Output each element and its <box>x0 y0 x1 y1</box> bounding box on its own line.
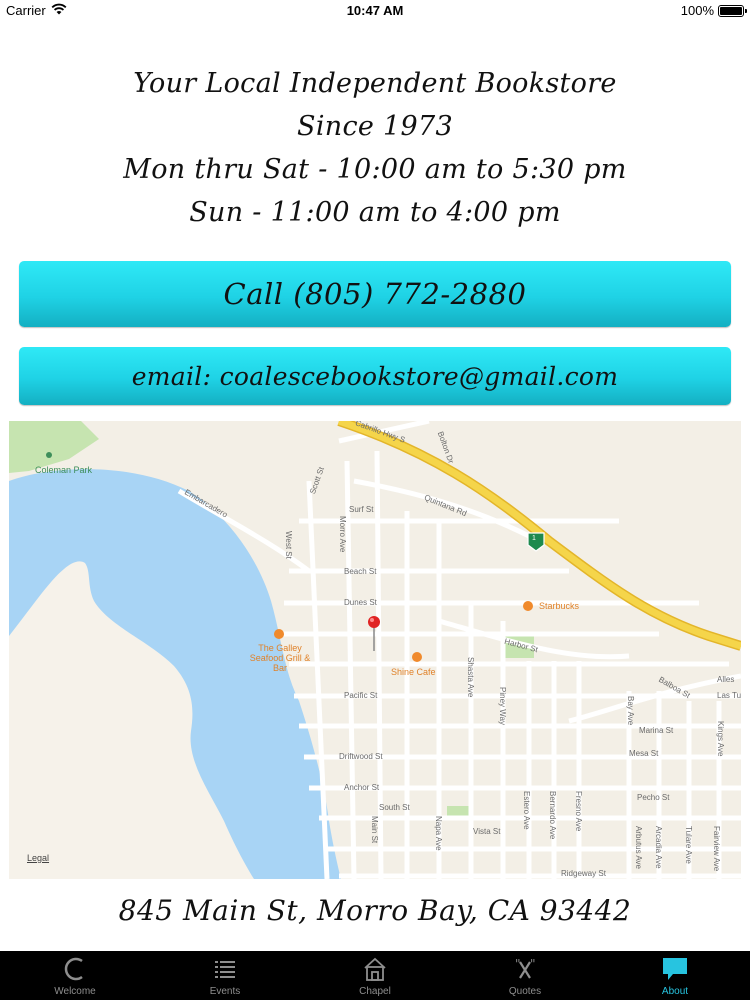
street-label: Marina St <box>639 726 674 735</box>
tab-quotes[interactable]: " " Quotes <box>450 951 600 1000</box>
tab-bar: Welcome Events Chapel " " Quotes About <box>0 951 750 1000</box>
street-label: Ridgeway St <box>561 869 606 878</box>
tab-label: Quotes <box>508 986 542 997</box>
tagline: Your Local Independent Bookstore <box>133 68 617 99</box>
sunday-hours: Sun - 11:00 am to 4:00 pm <box>189 197 561 228</box>
street-label: Surf St <box>349 505 374 514</box>
street-label: Anchor St <box>344 783 380 792</box>
street-label: Alles <box>717 675 735 684</box>
tab-events[interactable]: Events <box>150 951 300 1000</box>
street-label: Main St <box>370 816 379 844</box>
location-pin-icon[interactable] <box>367 615 381 655</box>
chapel-icon <box>360 956 390 982</box>
park-label: Coleman Park <box>35 465 93 475</box>
email-button[interactable]: email: coalescebookstore@gmail.com <box>19 347 731 405</box>
store-info: Your Local Independent Bookstore Since 1… <box>0 62 750 234</box>
street-label: Piney Way <box>498 687 507 725</box>
street-label: Las Tu <box>717 691 741 700</box>
tab-label: Welcome <box>54 986 96 997</box>
c-logo-icon <box>60 956 90 982</box>
street-label: Fresno Ave <box>574 791 583 832</box>
starbucks-label[interactable]: Starbucks <box>539 601 579 611</box>
street-label: Morro Ave <box>338 516 347 553</box>
street-label: Shasta Ave <box>466 657 475 698</box>
list-icon <box>210 956 240 982</box>
street-label: Estero Ave <box>522 791 531 830</box>
shine-cafe-label[interactable]: Shine Cafe <box>391 667 436 677</box>
street-label: Dunes St <box>344 598 377 607</box>
street-label: Driftwood St <box>339 752 383 761</box>
galley-restaurant-label[interactable]: The Galley Seafood Grill & Bar <box>249 643 311 673</box>
battery-percent: 100% <box>680 3 714 18</box>
street-label: Pecho St <box>637 793 670 802</box>
street-label: Arbutus Ave <box>634 826 643 869</box>
street-label: Napa Ave <box>434 816 443 851</box>
street-label: Vista St <box>473 827 501 836</box>
street-label: Kings Ave <box>716 721 725 757</box>
tab-label: Events <box>209 986 241 997</box>
tab-label: About <box>661 986 689 997</box>
store-address: 845 Main St, Morro Bay, CA 93442 <box>118 894 632 927</box>
weekday-hours: Mon thru Sat - 10:00 am to 5:30 pm <box>123 154 627 185</box>
status-bar: Carrier 10:47 AM 100% <box>0 0 750 22</box>
clock: 10:47 AM <box>346 3 404 18</box>
street-label: Tulare Ave <box>684 826 693 864</box>
street-label: Mesa St <box>629 749 659 758</box>
street-label: Bay Ave <box>626 696 635 726</box>
speech-bubble-icon <box>660 956 690 982</box>
quote-icon: " " <box>510 956 540 982</box>
call-button[interactable]: Call (805) 772-2880 <box>19 261 731 327</box>
legal-link[interactable]: Legal <box>27 853 49 863</box>
street-label: South St <box>379 803 410 812</box>
svg-text:": " <box>530 957 536 971</box>
store-map[interactable]: Coleman Park Cabrillo Hwy S Bolton Dr Qu… <box>9 421 741 879</box>
tab-welcome[interactable]: Welcome <box>0 951 150 1000</box>
street-label: Arcadia Ave <box>654 826 663 869</box>
street-label: Fairview Ave <box>712 826 721 872</box>
street-label: Beach St <box>344 567 377 576</box>
svg-text:": " <box>515 957 521 971</box>
battery-icon <box>718 5 747 17</box>
tab-label: Chapel <box>359 986 391 997</box>
tab-about[interactable]: About <box>600 951 750 1000</box>
tab-chapel[interactable]: Chapel <box>300 951 450 1000</box>
street-label: West St <box>284 531 293 559</box>
street-label: Bernardo Ave <box>548 791 557 840</box>
route-shield-number: 1 <box>532 535 536 542</box>
since-year: Since 1973 <box>297 111 453 142</box>
street-label: Pacific St <box>344 691 378 700</box>
